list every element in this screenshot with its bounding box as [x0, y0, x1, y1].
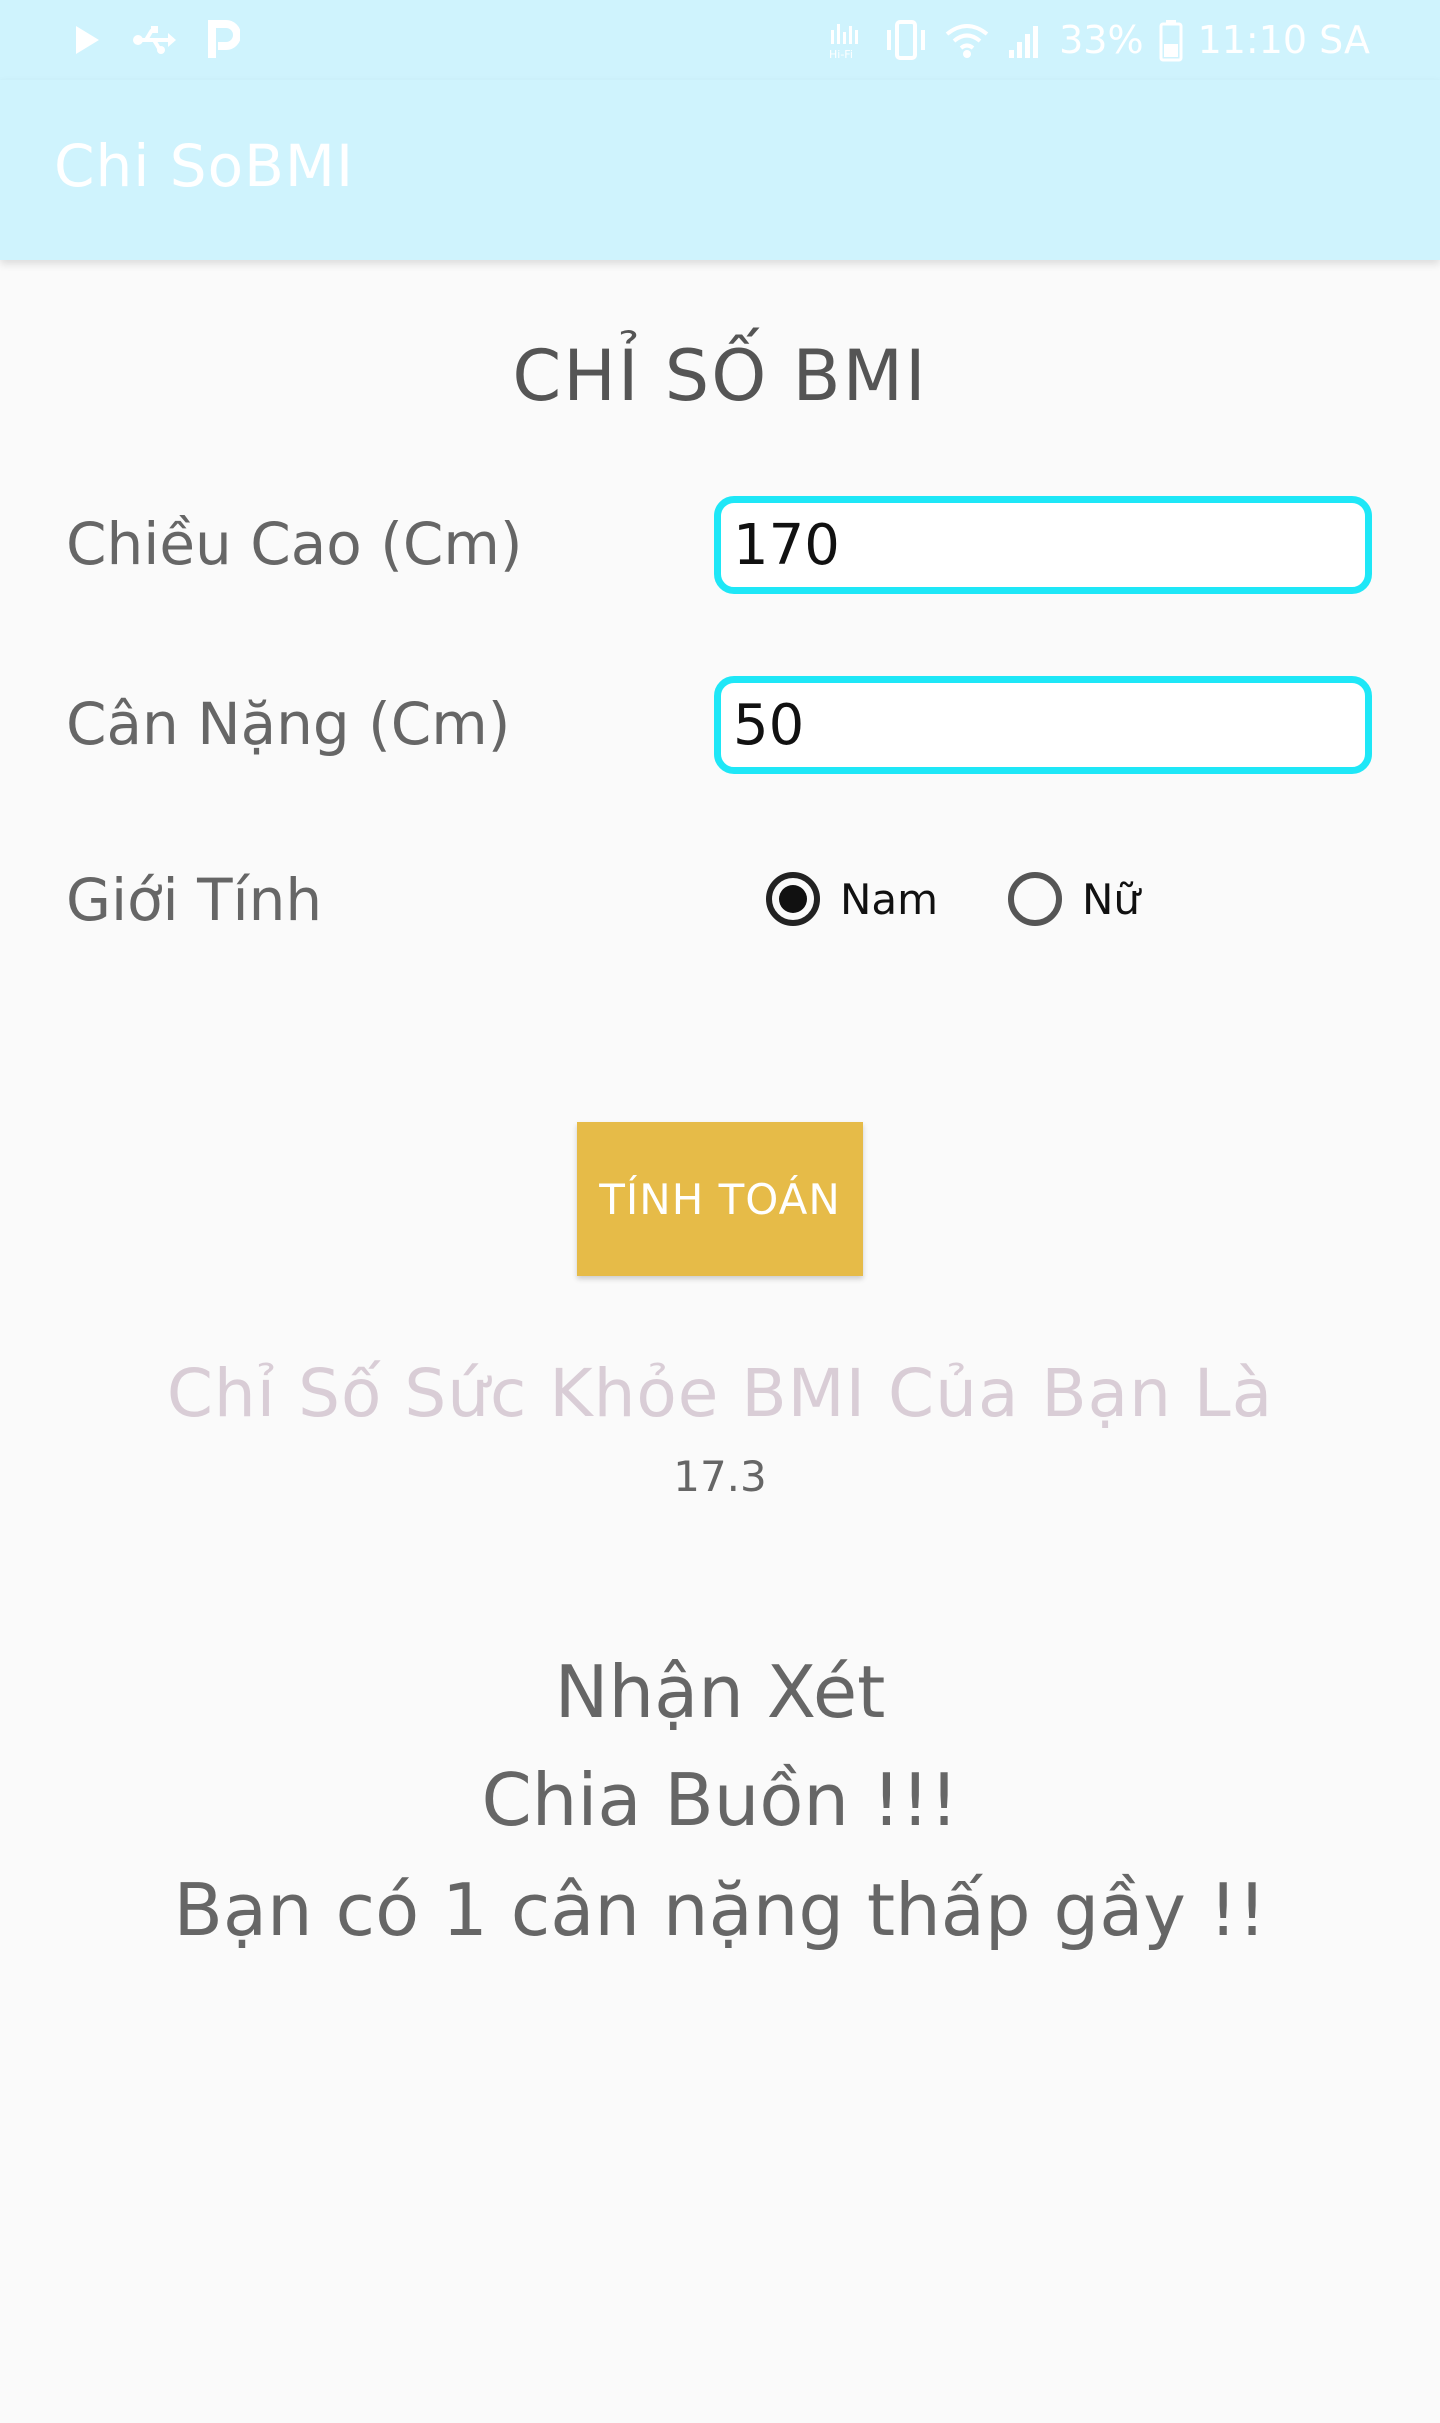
comment-title: Nhận Xét	[554, 1650, 886, 1734]
radio-male-selected-icon[interactable]	[766, 872, 820, 926]
radio-female-unselected-icon[interactable]	[1008, 872, 1062, 926]
calculate-button[interactable]: TÍNH TOÁN	[577, 1122, 863, 1276]
radio-female-label: Nữ	[1082, 874, 1141, 924]
battery-percent: 33%	[1059, 18, 1144, 62]
svg-text:Hi-Fi: Hi-Fi	[829, 48, 853, 60]
app-bar: Chi SoBMI	[0, 80, 1440, 260]
weight-input[interactable]	[714, 676, 1372, 774]
height-input[interactable]	[714, 496, 1372, 594]
bmi-value: 17.3	[673, 1452, 767, 1501]
radio-female[interactable]: Nữ	[1008, 872, 1140, 926]
radio-male[interactable]: Nam	[766, 872, 938, 926]
hifi-icon: Hi-Fi	[825, 20, 869, 60]
radio-male-label: Nam	[840, 874, 939, 924]
radio-dot	[779, 885, 807, 913]
weight-label: Cân Nặng (Cm)	[66, 690, 511, 758]
screen: Hi-Fi 33% 11:10 SA Chi SoBMI CHỈ SỐ BMI …	[0, 0, 1440, 2423]
p-icon	[206, 20, 240, 60]
usb-icon	[132, 23, 176, 57]
vibrate-icon	[883, 18, 929, 62]
comment-line-2: Bạn có 1 cân nặng thấp gầy !!	[173, 1868, 1267, 1952]
height-label: Chiều Cao (Cm)	[66, 510, 523, 578]
battery-icon	[1158, 18, 1184, 62]
wifi-icon	[943, 20, 991, 60]
page-heading: CHỈ SỐ BMI	[512, 335, 928, 417]
play-icon	[72, 23, 102, 57]
signal-icon	[1005, 20, 1045, 60]
app-title: Chi SoBMI	[54, 132, 355, 200]
result-title: Chỉ Số Sức Khỏe BMI Của Bạn Là	[166, 1355, 1274, 1432]
comment-line-1: Chia Buồn !!!	[481, 1758, 959, 1842]
status-bar: Hi-Fi 33% 11:10 SA	[0, 0, 1440, 80]
gender-label: Giới Tính	[66, 866, 323, 934]
status-left-icons	[72, 18, 240, 62]
clock: 11:10 SA	[1197, 18, 1370, 62]
status-right-icons: Hi-Fi 33% 11:10 SA	[825, 14, 1370, 66]
